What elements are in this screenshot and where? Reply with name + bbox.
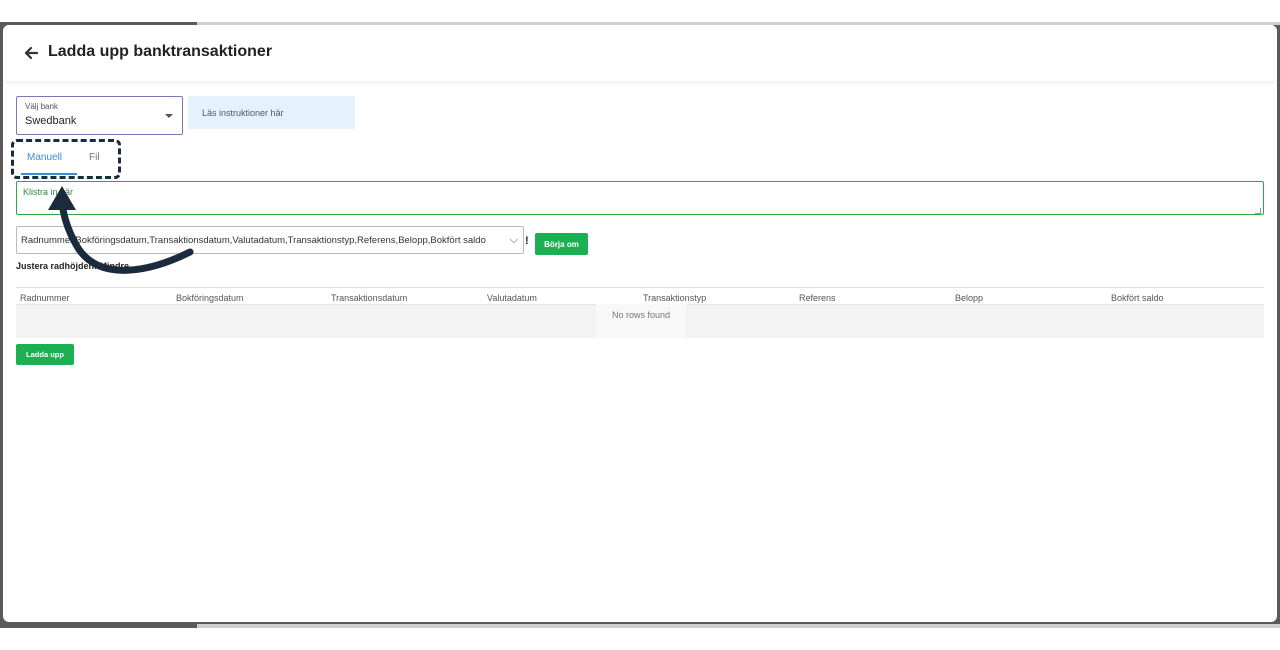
- column-header[interactable]: Transaktionsdatum: [331, 293, 407, 303]
- column-header[interactable]: Belopp: [955, 293, 983, 303]
- chevron-down-icon: ⌵: [509, 234, 518, 246]
- resize-grip-icon[interactable]: [1255, 208, 1261, 214]
- warning-icon: !: [525, 235, 529, 247]
- row-height-label[interactable]: Justera radhöjden: Mindre: [16, 261, 129, 271]
- restart-button[interactable]: Börja om: [535, 233, 588, 255]
- column-header[interactable]: Valutadatum: [487, 293, 537, 303]
- transactions-table: Radnummer Bokföringsdatum Transaktionsda…: [16, 287, 1264, 338]
- column-header[interactable]: Referens: [799, 293, 836, 303]
- page-header: Ladda upp banktransaktioner: [3, 25, 1277, 81]
- paste-input[interactable]: [16, 181, 1264, 215]
- empty-table-message: No rows found: [596, 304, 686, 338]
- caret-down-icon: [165, 114, 173, 118]
- columns-select[interactable]: Radnummer,Bokföringsdatum,Transaktionsda…: [16, 226, 524, 254]
- arrow-left-icon[interactable]: [23, 45, 39, 61]
- screenshot-frame: Ladda upp banktransaktioner Välj bank Sw…: [0, 22, 1280, 628]
- column-header[interactable]: Bokfört saldo: [1111, 293, 1164, 303]
- frame-bottom-strip: [197, 624, 1280, 628]
- column-header[interactable]: Transaktionstyp: [643, 293, 706, 303]
- app-window: Ladda upp banktransaktioner Välj bank Sw…: [3, 25, 1277, 622]
- columns-select-value: Radnummer,Bokföringsdatum,Transaktionsda…: [21, 235, 486, 246]
- table-header: Radnummer Bokföringsdatum Transaktionsda…: [16, 287, 1264, 305]
- column-header[interactable]: Radnummer: [20, 293, 70, 303]
- page-title: Ladda upp banktransaktioner: [48, 43, 273, 60]
- active-tab-indicator: [21, 173, 77, 175]
- tab-manuell[interactable]: Manuell: [27, 152, 62, 163]
- bank-select-label: Välj bank: [25, 102, 58, 111]
- input-mode-tabs: Manuell Fil: [11, 139, 121, 179]
- upload-button[interactable]: Ladda upp: [16, 344, 74, 365]
- tab-fil[interactable]: Fil: [89, 152, 100, 163]
- column-header[interactable]: Bokföringsdatum: [176, 293, 244, 303]
- bank-select[interactable]: Välj bank Swedbank: [16, 96, 183, 135]
- bank-select-value: Swedbank: [25, 115, 77, 127]
- instructions-link[interactable]: Läs instruktioner här: [188, 96, 355, 129]
